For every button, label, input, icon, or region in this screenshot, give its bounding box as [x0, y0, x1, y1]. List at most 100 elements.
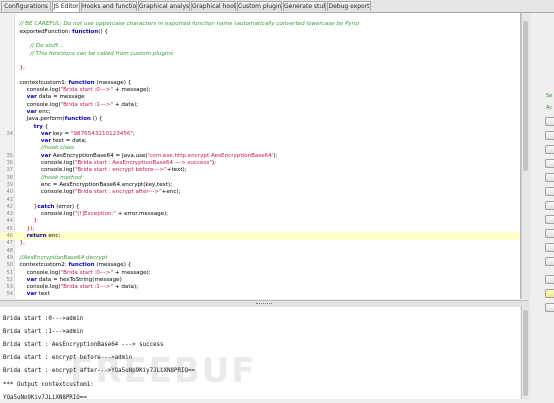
code-token: } — [16, 218, 38, 225]
code-token: function — [72, 28, 99, 35]
code-token: function — [68, 262, 95, 269]
code-token: "Brida start :1--->" — [60, 101, 114, 108]
code-token: var — [40, 138, 52, 145]
code-token: function — [64, 116, 91, 123]
tab-debug-export[interactable]: Debug export — [327, 1, 371, 11]
code-token: "Brida start :1--->" — [60, 284, 114, 291]
side-action-button[interactable] — [545, 145, 554, 154]
code-token: Java.perform( — [16, 116, 65, 123]
code-token: "9876543210123456" — [70, 130, 134, 137]
code-token: () { — [98, 28, 108, 35]
code-token: AesEncryptionBase64 = Java.use( — [51, 152, 148, 159]
code-token: }, — [16, 65, 25, 72]
code-token: ); — [211, 160, 216, 166]
code-token: // Do stuff... — [16, 43, 64, 50]
tab-graphical-analysis[interactable]: Graphical analysis — [138, 1, 190, 11]
code-token: console.log( — [16, 160, 75, 166]
code-token: +enc); — [161, 189, 181, 196]
code-token: // BE CAREFUL: Do not use uppercase char… — [16, 21, 360, 28]
side-action-button[interactable] — [545, 187, 554, 196]
divider-grip-icon[interactable] — [256, 303, 272, 306]
tab-custom-plugins[interactable]: Custom plugins — [237, 1, 282, 11]
code-token: + message); — [113, 87, 151, 93]
tab-configurations[interactable]: Configurations — [1, 1, 51, 11]
tab-graphical-hooks[interactable]: Graphical hooks — [191, 1, 236, 11]
js-editor[interactable]: // BE CAREFUL: Do not use uppercase char… — [0, 13, 521, 299]
code-token: // This functions can be called from cus… — [16, 50, 174, 57]
code-token: data = message — [36, 94, 85, 101]
editor-scrollbar[interactable] — [521, 13, 530, 299]
code-token: try — [33, 123, 43, 130]
code-line[interactable]: 54 var text — [0, 290, 520, 298]
side-action-button[interactable] — [545, 173, 554, 182]
side-action-button[interactable] — [545, 159, 554, 168]
code-token: console.log( — [16, 87, 61, 93]
editor-scroll-thumb[interactable] — [523, 21, 528, 171]
code-token: ); — [273, 152, 278, 159]
code-token: console.log( — [16, 189, 75, 196]
console-line: YQa5uNp9Kiy7JLiXN8PRIQ== — [3, 394, 87, 399]
code-token: "Brida start : AesEncryptionBase64 ---> … — [74, 160, 212, 166]
code-token: } — [16, 203, 38, 210]
code-token: }); — [16, 225, 35, 232]
side-action-button[interactable] — [545, 201, 554, 210]
right-panel-label: Se — [546, 93, 553, 99]
code-token: var — [26, 291, 37, 298]
side-action-button[interactable] — [545, 289, 554, 298]
code-token: var — [40, 130, 52, 137]
code-token: + data); — [113, 284, 139, 291]
code-token: "Brida start : encrypt after--->" — [74, 189, 162, 196]
code-token: text — [36, 291, 50, 298]
side-action-button[interactable] — [545, 215, 554, 224]
code-token: enc = AesEncryptionBase64.encrypt(key,te… — [16, 181, 173, 188]
code-token: }, — [16, 240, 25, 247]
code-token: contextcustom1: — [16, 79, 69, 86]
code-token: () { — [90, 116, 103, 123]
code-token: var — [26, 108, 37, 115]
code-token: "Brida start : encrypt before--->" — [74, 167, 167, 174]
code-token: + data); — [113, 101, 139, 108]
code-token: //hook class — [16, 145, 74, 152]
code-token: console.log( — [16, 269, 61, 276]
tab-bar: Configurations JS Editor Hooks and functio… — [0, 0, 554, 13]
tab-js-editor[interactable]: JS Editor — [52, 1, 80, 12]
code-token: "Brida start :0--->" — [60, 87, 114, 93]
code-token: exportedFunction: — [16, 28, 73, 35]
code-token: + message); — [113, 269, 151, 276]
code-token: 'com.ese.http.encrypt.AesEncryptionBase6… — [147, 152, 274, 159]
console-scroll-thumb[interactable] — [523, 310, 528, 396]
side-action-button[interactable] — [545, 229, 554, 238]
code-token: console.log( — [16, 211, 75, 218]
code-token: ; — [133, 130, 135, 137]
console-line: Brida start :0--->admin — [3, 315, 84, 322]
side-action-button[interactable] — [545, 131, 554, 140]
tab-hooks-and-functions[interactable]: Hooks and functions — [81, 1, 137, 11]
code-token: return — [26, 233, 47, 239]
side-action-button[interactable] — [545, 117, 554, 126]
console-line: Brida start : AesEncryptionBase64 ---> s… — [3, 342, 164, 348]
code-token: var — [26, 276, 37, 283]
watermark: FREEBUF — [70, 351, 257, 391]
side-action-button[interactable] — [545, 303, 554, 312]
side-action-button[interactable] — [545, 243, 554, 252]
code-token: (message) { — [94, 262, 132, 269]
code-token: catch — [37, 203, 55, 210]
code-token: + error.message); — [115, 211, 169, 218]
side-action-button[interactable] — [545, 275, 554, 284]
code-token: var — [40, 152, 52, 159]
right-button-panel: Se Ac — [530, 13, 554, 403]
code-token: function — [68, 79, 95, 86]
code-text: var text — [16, 290, 50, 298]
code-token: contextcustom2: — [16, 262, 69, 269]
code-token: { — [42, 123, 49, 130]
code-token: "[!]Exception:" — [74, 211, 116, 218]
console-scrollbar[interactable] — [521, 307, 530, 399]
tab-generate-stubs[interactable]: Generate stubs — [283, 1, 326, 11]
side-action-button[interactable] — [545, 257, 554, 266]
